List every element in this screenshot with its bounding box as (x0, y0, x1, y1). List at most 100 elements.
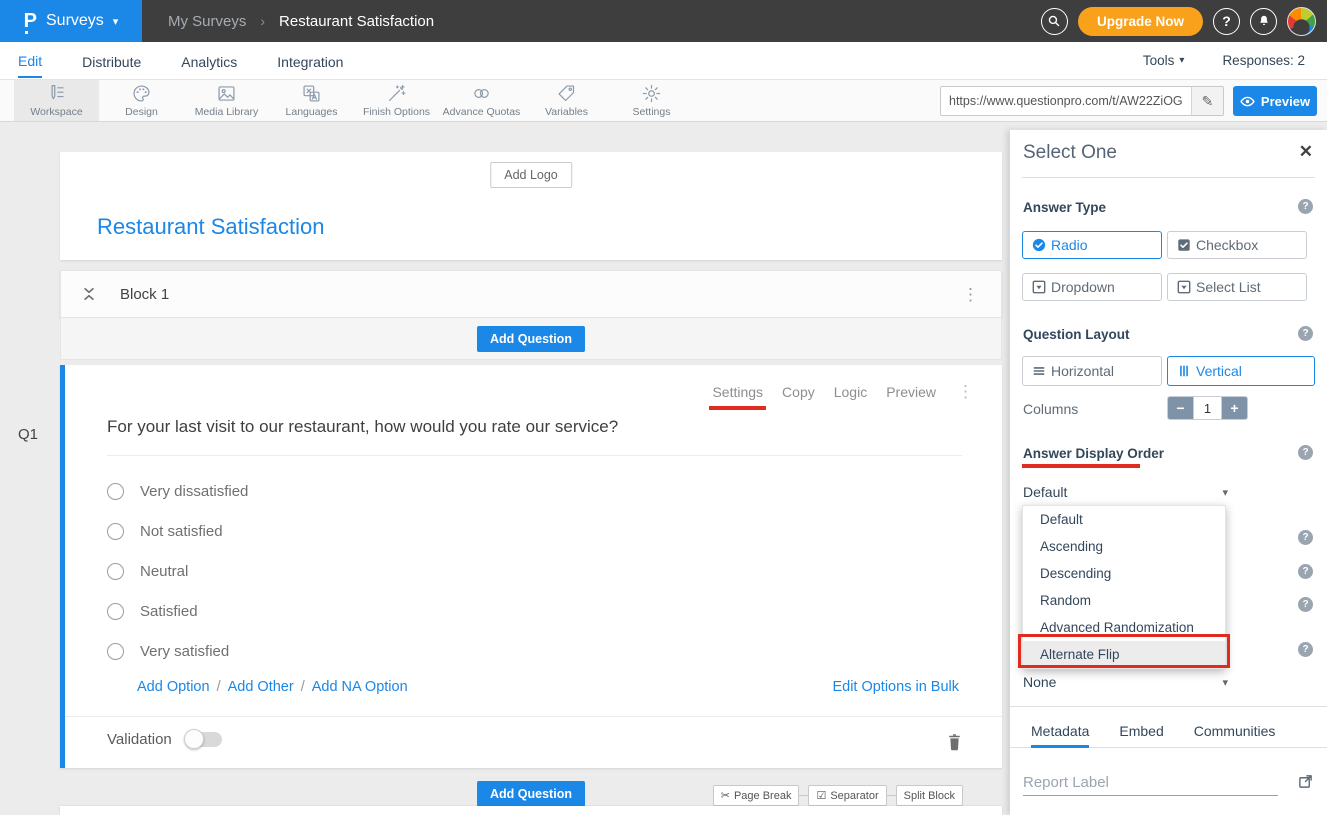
edit-options-bulk-link[interactable]: Edit Options in Bulk (832, 679, 959, 695)
add-question-button-bottom[interactable]: Add Question (477, 781, 585, 807)
toolbar-item-workspace[interactable]: Workspace (14, 80, 99, 121)
radio-icon[interactable] (107, 483, 124, 500)
search-button[interactable] (1041, 8, 1068, 35)
menu-item-advanced-randomization[interactable]: Advanced Randomization (1023, 614, 1225, 641)
tab-metadata[interactable]: Metadata (1031, 718, 1089, 748)
header-actions: Upgrade Now ? (1041, 7, 1327, 36)
chevron-down-icon: ▾ (113, 15, 119, 28)
answer-option[interactable]: Satisfied (107, 591, 248, 631)
horizontal-lines-icon (1032, 364, 1046, 378)
toolbar-item-design[interactable]: Design (99, 80, 184, 121)
edit-url-button[interactable]: ✎ (1191, 87, 1223, 115)
survey-url-input[interactable] (941, 87, 1191, 115)
answer-type-dropdown[interactable]: Dropdown (1022, 273, 1162, 301)
help-icon[interactable]: ? (1298, 564, 1313, 579)
tab-communities[interactable]: Communities (1194, 718, 1276, 748)
block-menu-icon[interactable]: ⋮ (962, 286, 979, 303)
radio-icon[interactable] (107, 643, 124, 660)
decrease-columns-button[interactable]: − (1168, 397, 1193, 419)
help-icon: ? (1222, 13, 1231, 29)
product-switcher[interactable]: P Surveys ▾ (0, 0, 142, 42)
menu-item-random[interactable]: Random (1023, 587, 1225, 614)
tab-logic[interactable]: Logic (834, 384, 867, 400)
toolbar-item-variables[interactable]: Variables (524, 80, 609, 121)
radio-icon[interactable] (107, 563, 124, 580)
help-icon[interactable]: ? (1298, 326, 1313, 341)
upgrade-now-button[interactable]: Upgrade Now (1078, 7, 1203, 36)
answer-option[interactable]: Not satisfied (107, 511, 248, 551)
notifications-button[interactable] (1250, 8, 1277, 35)
tab-preview[interactable]: Preview (886, 384, 936, 400)
help-icon[interactable]: ? (1298, 199, 1313, 214)
nav-tab-distribute[interactable]: Distribute (82, 45, 141, 77)
radio-icon[interactable] (107, 523, 124, 540)
radio-icon[interactable] (107, 603, 124, 620)
help-button[interactable]: ? (1213, 8, 1240, 35)
tab-copy[interactable]: Copy (782, 384, 815, 400)
answer-type-checkbox[interactable]: Checkbox (1167, 231, 1307, 259)
toolbar-item-advance-quotas[interactable]: Advance Quotas (439, 80, 524, 121)
tab-settings[interactable]: Settings (712, 384, 763, 400)
breadcrumb-my-surveys[interactable]: My Surveys (168, 13, 246, 30)
palette-icon (131, 83, 152, 104)
split-block-button[interactable]: Split Block (896, 785, 963, 806)
page-break-button[interactable]: ✂Page Break (713, 785, 800, 806)
survey-title[interactable]: Restaurant Satisfaction (97, 214, 324, 240)
toolbar-item-settings[interactable]: Settings (609, 80, 694, 121)
eye-icon (1240, 96, 1255, 107)
avatar[interactable] (1287, 7, 1316, 36)
add-logo-button[interactable]: Add Logo (490, 162, 572, 188)
validation-toggle[interactable] (185, 732, 222, 747)
workspace-icon (46, 83, 67, 104)
toolbar-item-media-library[interactable]: Media Library (184, 80, 269, 121)
help-icon[interactable]: ? (1298, 597, 1313, 612)
help-icon[interactable]: ? (1298, 642, 1313, 657)
answer-type-select-list[interactable]: Select List (1167, 273, 1307, 301)
help-icon[interactable]: ? (1298, 445, 1313, 460)
delete-question-button[interactable] (947, 733, 962, 757)
block-header: Block 1 ⋮ (60, 270, 1002, 318)
none-select[interactable]: None ▾ (1023, 670, 1228, 694)
breadcrumb: My Surveys › Restaurant Satisfaction (168, 13, 434, 30)
question-menu-icon[interactable]: ⋮ (957, 383, 974, 400)
menu-item-ascending[interactable]: Ascending (1023, 533, 1225, 560)
collapse-block-icon[interactable] (82, 286, 96, 302)
preview-button[interactable]: Preview (1233, 86, 1317, 116)
answer-option[interactable]: Neutral (107, 551, 248, 591)
add-option-link[interactable]: Add Option (137, 679, 210, 695)
question-text[interactable]: For your last visit to our restaurant, h… (107, 417, 618, 437)
report-label-input[interactable] (1023, 770, 1278, 796)
nav-tab-edit[interactable]: Edit (18, 44, 42, 78)
add-question-button[interactable]: Add Question (477, 326, 585, 352)
layout-vertical[interactable]: Vertical (1167, 356, 1315, 386)
close-icon[interactable]: ✕ (1299, 143, 1313, 160)
answer-option[interactable]: Very dissatisfied (107, 471, 248, 511)
toolbar-item-languages[interactable]: Languages (269, 80, 354, 121)
columns-value: 1 (1193, 397, 1222, 419)
answer-display-order-select[interactable]: Default ▾ (1023, 480, 1228, 504)
increase-columns-button[interactable]: + (1222, 397, 1247, 419)
nav-tab-analytics[interactable]: Analytics (181, 45, 237, 77)
answer-type-radio[interactable]: Radio (1022, 231, 1162, 259)
help-icon[interactable]: ? (1298, 530, 1313, 545)
responses-link[interactable]: Responses: 2 (1222, 53, 1305, 68)
tool-strip: Workspace Design Media Library Languages… (0, 80, 694, 121)
divider (107, 455, 962, 456)
chevron-down-icon: ▾ (1222, 676, 1228, 689)
add-na-option-link[interactable]: Add NA Option (312, 679, 408, 695)
tools-menu[interactable]: Tools▾ (1143, 53, 1185, 68)
expand-report-label-button[interactable] (1298, 774, 1313, 794)
block-title[interactable]: Block 1 (120, 286, 169, 303)
answer-option[interactable]: Very satisfied (107, 631, 248, 671)
nav-tab-integration[interactable]: Integration (277, 45, 343, 77)
add-other-link[interactable]: Add Other (228, 679, 294, 695)
separator-button[interactable]: ☑Separator (808, 785, 886, 806)
menu-item-alternate-flip[interactable]: Alternate Flip (1023, 641, 1225, 668)
panel-title: Select One (1023, 142, 1117, 164)
menu-item-descending[interactable]: Descending (1023, 560, 1225, 587)
tab-embed[interactable]: Embed (1119, 718, 1163, 748)
chevron-down-icon: ▾ (1179, 55, 1184, 66)
menu-item-default[interactable]: Default (1023, 506, 1225, 533)
layout-horizontal[interactable]: Horizontal (1022, 356, 1162, 386)
toolbar-item-finish-options[interactable]: Finish Options (354, 80, 439, 121)
